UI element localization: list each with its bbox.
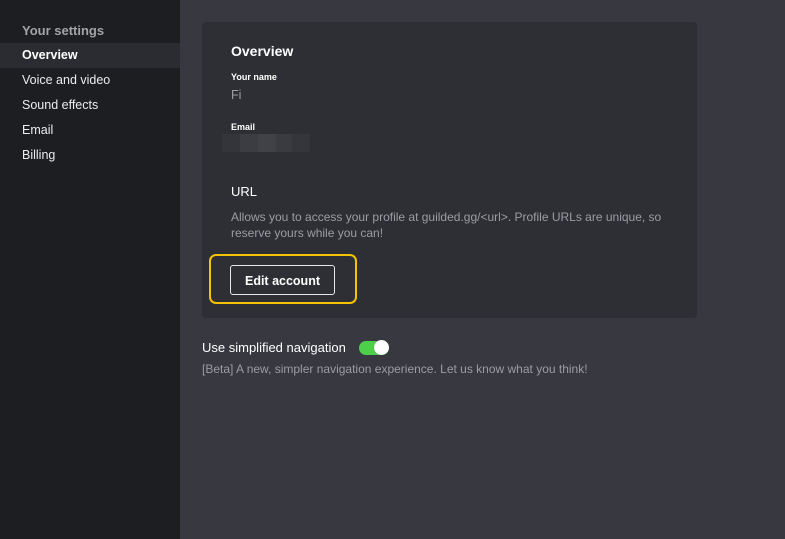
email-value-redacted <box>222 134 310 152</box>
edit-account-button[interactable]: Edit account <box>230 265 335 295</box>
simplified-navigation-toggle[interactable] <box>359 340 389 355</box>
url-section-title: URL <box>231 184 258 199</box>
sidebar-item-billing[interactable]: Billing <box>0 143 180 168</box>
overview-card: Overview Your name Fi Email URL Allows y… <box>202 22 697 318</box>
sidebar-item-email[interactable]: Email <box>0 118 180 143</box>
toggle-knob <box>374 340 389 355</box>
sidebar-item-overview[interactable]: Overview <box>0 43 180 68</box>
sidebar-item-sound-effects[interactable]: Sound effects <box>0 93 180 118</box>
email-label: Email <box>231 122 256 132</box>
settings-sidebar: Your settings Overview Voice and video S… <box>0 0 180 539</box>
overview-title: Overview <box>231 43 294 59</box>
sidebar-heading: Your settings <box>22 23 105 38</box>
name-label: Your name <box>231 72 277 82</box>
url-section-description: Allows you to access your profile at gui… <box>231 210 662 240</box>
settings-window: Your settings Overview Voice and video S… <box>0 0 785 539</box>
simplified-navigation-description: [Beta] A new, simpler navigation experie… <box>202 362 588 376</box>
name-value: Fi <box>231 88 242 102</box>
simplified-navigation-label: Use simplified navigation <box>202 340 346 355</box>
sidebar-item-voice-and-video[interactable]: Voice and video <box>0 68 180 93</box>
